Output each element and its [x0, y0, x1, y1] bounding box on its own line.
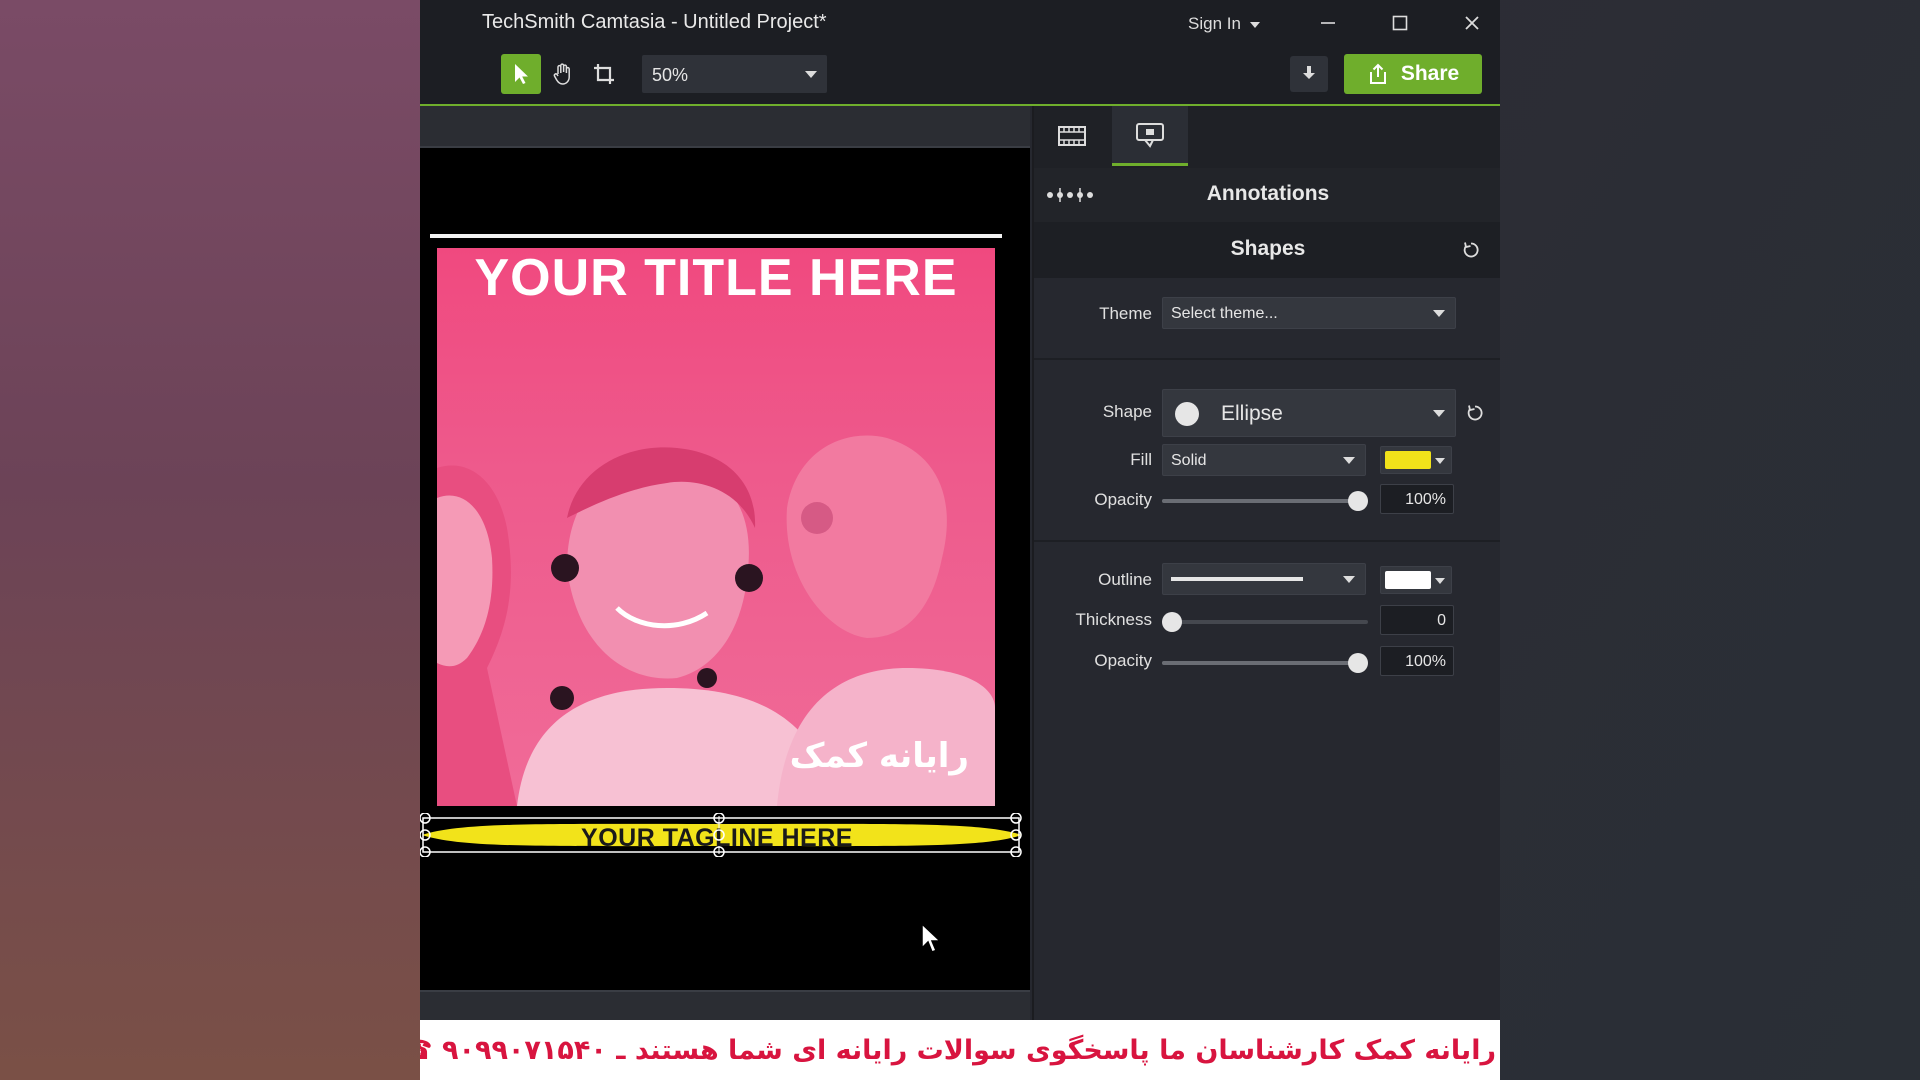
slider-knob[interactable]	[1348, 653, 1368, 673]
outline-color-picker[interactable]	[1380, 566, 1452, 594]
panel-tabs	[1034, 106, 1500, 168]
chevron-down-icon	[1249, 21, 1260, 28]
hand-icon	[553, 63, 570, 85]
section-divider	[1034, 540, 1500, 542]
crop-icon	[594, 64, 614, 84]
section-divider	[1034, 358, 1500, 360]
logo-text: رایانه کمک	[789, 736, 969, 776]
chevron-down-icon	[805, 71, 817, 78]
select-tool-button[interactable]	[501, 54, 541, 94]
slider-fill	[1162, 661, 1358, 665]
outline-opacity-label: Opacity	[1094, 651, 1152, 670]
shape-dropdown[interactable]: Ellipse	[1162, 389, 1456, 437]
chevron-down-icon	[1433, 410, 1445, 417]
shapes-title: Shapes	[1230, 237, 1306, 260]
slider-knob[interactable]	[1348, 491, 1368, 511]
annotations-header: Annotations	[1034, 168, 1500, 222]
reset-icon[interactable]	[1462, 241, 1480, 259]
fill-color-chip	[1385, 451, 1431, 469]
mouse-cursor-icon	[921, 922, 942, 953]
tab-annotation-properties[interactable]	[1112, 106, 1188, 166]
sign-in-button[interactable]: Sign In	[1188, 14, 1260, 34]
zoom-dropdown[interactable]: 50%	[642, 55, 827, 93]
arrow-pointer-icon	[515, 64, 528, 84]
maximize-button[interactable]	[1380, 6, 1420, 40]
theme-label: Theme	[1099, 304, 1152, 323]
theme-value: Select theme...	[1171, 305, 1278, 322]
slider-knob[interactable]	[1162, 612, 1182, 632]
reset-shape-icon[interactable]	[1466, 404, 1484, 422]
title-bar: TechSmith Camtasia - Untitled Project* S…	[420, 0, 1500, 46]
download-button[interactable]	[1290, 56, 1328, 92]
fill-type-value: Solid	[1171, 452, 1207, 469]
canvas-header	[420, 106, 1030, 148]
outline-label: Outline	[1098, 570, 1152, 589]
fill-opacity-slider[interactable]	[1162, 491, 1368, 511]
sign-in-label: Sign In	[1188, 14, 1241, 33]
pan-tool-button[interactable]	[543, 54, 583, 94]
outline-line-preview	[1171, 577, 1303, 581]
share-button[interactable]: Share	[1344, 54, 1482, 94]
slider-fill	[1162, 499, 1358, 503]
film-icon	[1058, 126, 1086, 146]
window-title: TechSmith Camtasia - Untitled Project*	[482, 11, 827, 33]
fill-opacity-input[interactable]: 100%	[1380, 484, 1454, 514]
banner-text: رایانه کمک کارشناسان ما پاسخگوی سوالات ر…	[420, 1034, 1496, 1066]
tab-visual-properties[interactable]	[1034, 106, 1110, 166]
shape-label: Shape	[1102, 402, 1152, 421]
zoom-value: 50%	[652, 65, 689, 85]
shapes-header: Shapes	[1034, 222, 1500, 278]
crop-tool-button[interactable]	[584, 54, 624, 94]
fill-color-picker[interactable]	[1380, 446, 1452, 474]
thickness-input[interactable]: 0	[1380, 605, 1454, 635]
close-button[interactable]	[1452, 6, 1492, 40]
chevron-down-icon	[1435, 578, 1445, 584]
circle-shape-icon	[1175, 402, 1199, 426]
chevron-down-icon	[1433, 310, 1445, 317]
shape-value: Ellipse	[1221, 402, 1283, 425]
minimize-button[interactable]	[1308, 6, 1348, 40]
maximize-icon	[1392, 15, 1408, 31]
close-icon	[1465, 16, 1479, 30]
card-title: YOUR TITLE HERE	[474, 249, 958, 307]
share-label: Share	[1400, 62, 1460, 85]
fill-opacity-label: Opacity	[1094, 490, 1152, 509]
outline-opacity-input[interactable]: 100%	[1380, 646, 1454, 676]
selection-handles[interactable]	[420, 813, 1024, 857]
thickness-slider[interactable]	[1162, 612, 1368, 632]
tagline-ellipse[interactable]: YOUR TAGLINE HERE	[420, 813, 1024, 857]
download-icon	[1303, 66, 1315, 79]
theme-dropdown[interactable]: Select theme...	[1162, 297, 1456, 329]
fill-label: Fill	[1130, 450, 1152, 469]
brand-logo: رایانه کمک	[790, 736, 969, 776]
outline-style-dropdown[interactable]	[1162, 563, 1366, 595]
properties-panel: Annotations Shapes Theme Select theme...…	[1032, 106, 1500, 1020]
camtasia-window: TechSmith Camtasia - Untitled Project* S…	[420, 0, 1500, 1020]
chevron-down-icon	[1343, 576, 1355, 583]
chevron-down-icon	[1435, 458, 1445, 464]
promo-banner: رایانه کمک کارشناسان ما پاسخگوی سوالات ر…	[420, 1020, 1500, 1080]
outline-opacity-slider[interactable]	[1162, 653, 1368, 673]
canvas-footer	[420, 990, 1030, 1020]
toolbar: 50% Share	[420, 46, 1500, 106]
chevron-down-icon	[1343, 457, 1355, 464]
annotations-title: Annotations	[1206, 182, 1330, 205]
minimize-icon	[1321, 22, 1335, 24]
background-left	[0, 0, 420, 1080]
divider-line	[430, 234, 1002, 238]
thickness-label: Thickness	[1075, 610, 1152, 629]
share-icon	[1369, 63, 1386, 84]
preview-canvas[interactable]: YOUR TITLE HERE رایانه کمک YOUR TAGLINE …	[420, 148, 1030, 990]
fill-type-dropdown[interactable]: Solid	[1162, 444, 1366, 476]
title-card[interactable]: YOUR TITLE HERE رایانه کمک	[437, 248, 995, 806]
outline-color-chip	[1385, 571, 1431, 589]
callout-icon	[1136, 122, 1164, 148]
